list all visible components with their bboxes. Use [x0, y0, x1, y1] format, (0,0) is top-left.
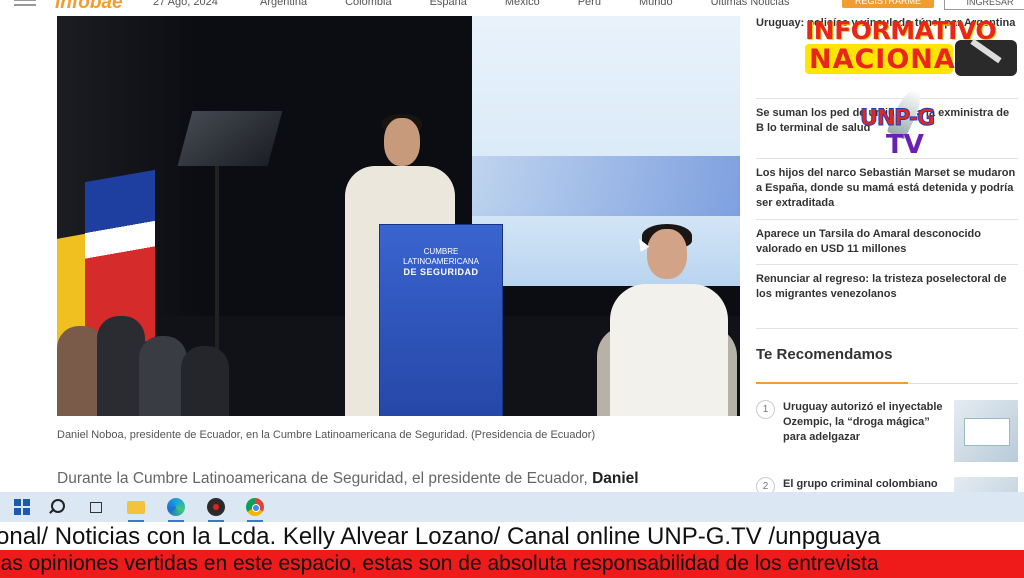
- recommendation-text[interactable]: El grupo criminal colombiano: [783, 477, 943, 492]
- nav-item-mexico[interactable]: México: [505, 0, 540, 8]
- header-nav: Argentina Colombia España México Perú Mundo Úl…: [260, 0, 827, 8]
- photo-caption: Daniel Noboa, presidente de Ecuador, en …: [57, 429, 596, 441]
- audience: [57, 301, 317, 416]
- file-explorer-icon[interactable]: [124, 495, 148, 522]
- recommendation-text[interactable]: Uruguay autorizó el inyectable Ozempic, …: [783, 400, 943, 445]
- podium-text-2: LATINOAMERICANA: [403, 257, 479, 266]
- site-header: Infobae 27 Ago, 2024 Argentina Colombia Es…: [0, 0, 1024, 14]
- unpg-tv-logo: UNP-G TV: [858, 86, 942, 164]
- site-logo[interactable]: Infobae: [55, 0, 123, 14]
- recorder-app-icon[interactable]: [204, 495, 228, 522]
- ticker-text: onal/ Noticias con la Lcda. Kelly Alvear…: [0, 523, 881, 550]
- recommendation-thumbnail[interactable]: [954, 477, 1018, 492]
- recommendations-title: Te Recomendamos: [756, 346, 893, 363]
- recommendation-thumbnail[interactable]: [954, 400, 1018, 462]
- nav-item-colombia[interactable]: Colombia: [345, 0, 391, 8]
- logo-text-nacional: NACIONAL: [809, 44, 975, 75]
- task-view-icon[interactable]: [84, 495, 108, 519]
- news-ticker-disclaimer: las opiniones vertidas en este espacio, …: [0, 550, 1024, 578]
- disclaimer-text: las opiniones vertidas en este espacio, …: [0, 552, 879, 575]
- teleprompter: [177, 111, 283, 166]
- recommendation-item[interactable]: 1 Uruguay autorizó el inyectable Ozempic…: [756, 400, 1018, 464]
- news-ticker-top: onal/ Noticias con la Lcda. Kelly Alvear…: [0, 522, 1024, 550]
- pen-icon: [955, 38, 1017, 76]
- login-button[interactable]: INGRESAR: [944, 0, 1024, 10]
- podium: CUMBRE LATINOAMERICANA DE SEGURIDAD: [379, 224, 503, 416]
- divider: [756, 219, 1018, 220]
- nav-item-peru[interactable]: Perú: [578, 0, 601, 8]
- recommendations-underline: [756, 382, 908, 384]
- rank-badge: 1: [756, 400, 775, 419]
- speaker-head: [384, 118, 420, 166]
- article-text: Durante la Cumbre Latinoamericana de Seg…: [57, 470, 593, 487]
- divider: [756, 328, 1018, 329]
- edge-browser-icon[interactable]: [164, 495, 188, 522]
- sidebar-news-item[interactable]: Aparece un Tarsila do Amaral desconocido…: [756, 227, 1018, 257]
- sidebar-news-item[interactable]: Renunciar al regreso: la tristeza posele…: [756, 272, 1018, 302]
- stage-screen: [472, 16, 740, 286]
- register-button[interactable]: REGISTRARME: [842, 0, 934, 8]
- windows-taskbar: [0, 492, 1024, 522]
- rank-badge: 2: [756, 477, 775, 492]
- seated-woman-head: [647, 229, 687, 279]
- podium-text-3: DE SEGURIDAD: [403, 267, 479, 277]
- nav-item-argentina[interactable]: Argentina: [260, 0, 307, 8]
- article-photo: CUMBRE LATINOAMERICANA DE SEGURIDAD: [57, 16, 740, 416]
- seated-woman-figure: [610, 284, 728, 416]
- sidebar-news-item[interactable]: Los hijos del narco Sebastián Marset se …: [756, 166, 1018, 211]
- chrome-browser-icon[interactable]: [243, 495, 267, 522]
- podium-text-1: CUMBRE: [423, 247, 459, 256]
- unpg-text: UNP-G: [859, 106, 935, 132]
- search-icon[interactable]: [46, 495, 70, 519]
- nav-item-espana[interactable]: España: [430, 0, 467, 8]
- divider: [756, 264, 1018, 265]
- logo-banner: NACIONAL: [805, 44, 973, 75]
- nav-item-mundo[interactable]: Mundo: [639, 0, 673, 8]
- tv-text: TV: [886, 130, 924, 160]
- article-body: Durante la Cumbre Latinoamericana de Seg…: [57, 470, 639, 488]
- article-bold-name[interactable]: Daniel: [592, 470, 639, 487]
- hamburger-menu-icon[interactable]: [14, 0, 36, 8]
- windows-start-icon[interactable]: [10, 495, 34, 519]
- header-date: 27 Ago, 2024: [153, 0, 218, 8]
- nav-item-ultimas-noticias[interactable]: Últimas Noticias: [711, 0, 790, 8]
- recommendations-rule: [908, 383, 1018, 384]
- informativo-nacional-logo: INFORMATIVO NACIONAL: [805, 14, 1019, 80]
- recommendation-item[interactable]: 2 El grupo criminal colombiano: [756, 477, 1018, 492]
